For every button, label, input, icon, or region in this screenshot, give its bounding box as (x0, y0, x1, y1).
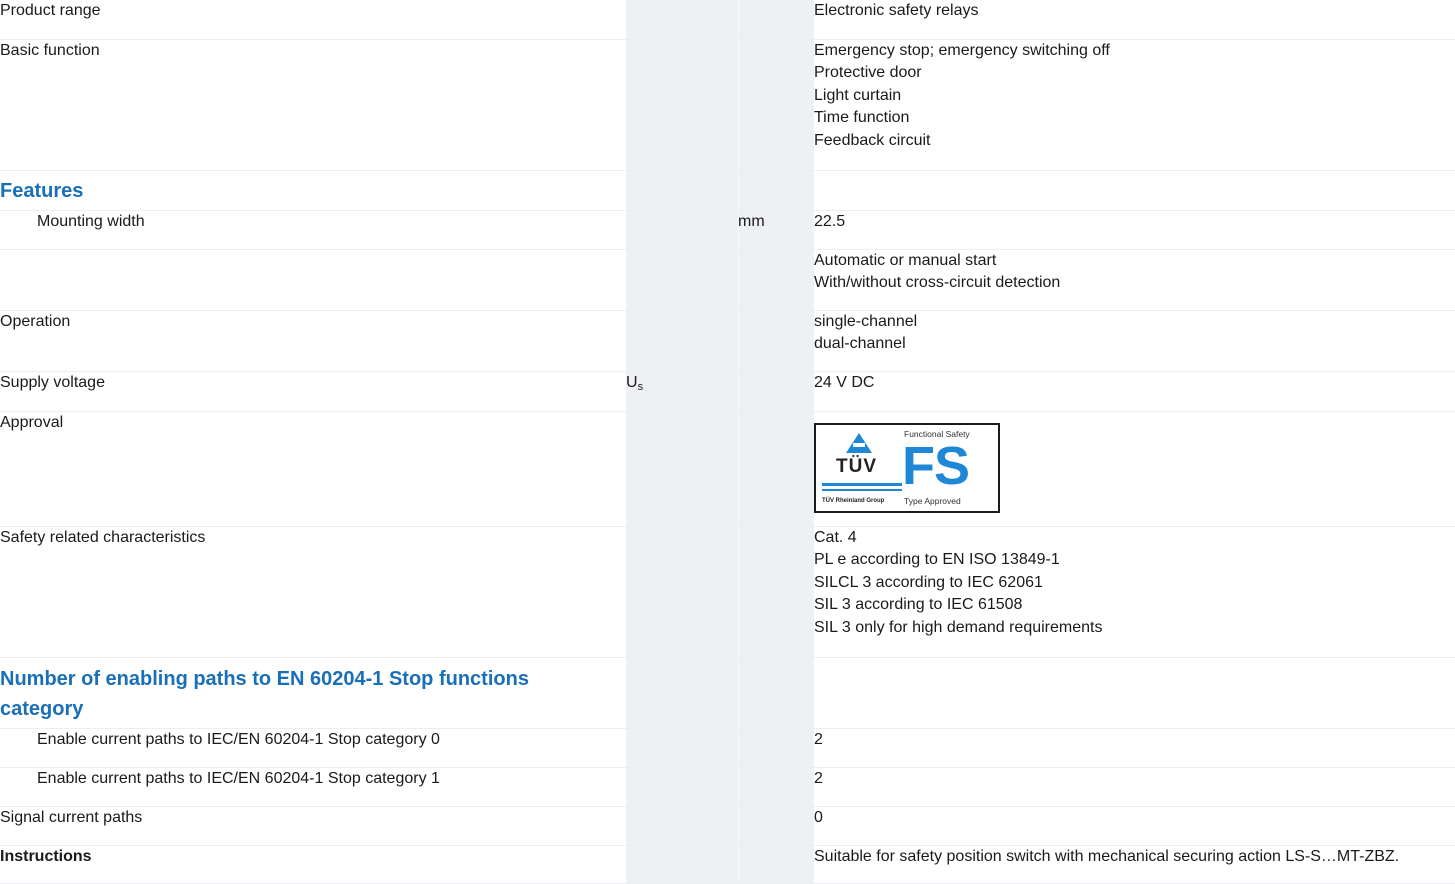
table-row: Signal current paths 0 (0, 806, 1455, 846)
fs-mark: FS (902, 435, 970, 496)
value-line: SIL 3 according to IEC 61508 (814, 596, 1023, 613)
section-heading: Features (0, 179, 84, 202)
table-row: Mounting width mm 22.5 (0, 210, 1455, 250)
row-label: Enable current paths to IEC/EN 60204-1 S… (0, 728, 626, 768)
value-line: SILCL 3 according to IEC 62061 (814, 573, 1043, 591)
row-label: Supply voltage (0, 371, 626, 412)
value-line: Feedback circuit (814, 131, 931, 149)
row-value: Electronic safety relays (814, 0, 1455, 40)
value-line: Emergency stop; emergency switching off (814, 41, 1110, 59)
row-value-list: Automatic or manual start With/without c… (814, 249, 1455, 311)
table-row: Instructions Suitable for safety positio… (0, 845, 1455, 884)
tuv-rheinland-functional-safety-logo: TÜV TÜV Rheinland Group Functional Safet… (814, 422, 1000, 513)
tuv-group-text: TÜV Rheinland Group (822, 497, 885, 504)
row-label: Enable current paths to IEC/EN 60204-1 S… (0, 767, 626, 807)
row-value: 24 V DC (814, 371, 1455, 412)
table-row: Safety related characteristics Cat. 4 PL… (0, 526, 1455, 658)
value-line: Automatic or manual start (814, 251, 997, 269)
row-label: Operation (0, 310, 626, 372)
tuv-brand-text: TÜV (836, 455, 877, 477)
row-symbol: Us (626, 371, 738, 412)
row-value-list: Emergency stop; emergency switching off … (814, 39, 1455, 171)
table-row: Automatic or manual start With/without c… (0, 249, 1455, 311)
table-row: Supply voltage Us 24 V DC (0, 371, 1455, 412)
row-label: Approval (0, 411, 626, 527)
row-label: Mounting width (0, 210, 626, 250)
fs-bottom-text: Type Approved (904, 495, 961, 506)
row-value: 0 (814, 806, 1455, 846)
row-label: Basic function (0, 39, 626, 171)
value-line: dual-channel (814, 335, 906, 352)
value-line: single-channel (814, 312, 918, 330)
value-line: Time function (814, 109, 910, 126)
row-value-list: single-channel dual-channel (814, 310, 1455, 372)
row-label: Product range (0, 0, 626, 40)
row-label: Instructions (0, 845, 626, 884)
value-line: With/without cross-circuit detection (814, 274, 1061, 291)
row-value: 2 (814, 767, 1455, 807)
table-row: Basic function Emergency stop; emergency… (0, 39, 1455, 171)
row-label: Safety related characteristics (0, 526, 626, 658)
value-line: SIL 3 only for high demand requirements (814, 618, 1103, 636)
section-heading-row: Number of enabling paths to EN 60204-1 S… (0, 657, 1455, 729)
value-line: Protective door (814, 64, 922, 81)
row-value: 2 (814, 728, 1455, 768)
row-value: 22.5 (814, 210, 1455, 250)
section-heading: Number of enabling paths to EN 60204-1 S… (0, 667, 529, 690)
section-heading-row: Features (0, 170, 1455, 211)
table-row: Enable current paths to IEC/EN 60204-1 S… (0, 728, 1455, 768)
section-heading-cont: category (0, 697, 84, 720)
value-line: PL e according to EN ISO 13849-1 (814, 551, 1060, 568)
row-unit: mm (738, 210, 814, 250)
table-row: Enable current paths to IEC/EN 60204-1 S… (0, 767, 1455, 807)
spec-sheet: Product range Electronic safety relays B… (0, 0, 1455, 884)
table-row: Product range Electronic safety relays (0, 0, 1455, 40)
table-row: Operation single-channel dual-channel (0, 310, 1455, 372)
row-label: Signal current paths (0, 806, 626, 846)
value-line: Light curtain (814, 86, 902, 104)
table-row: Approval TÜV TÜV Rheinland Group Functio… (0, 411, 1455, 527)
row-value: Suitable for safety position switch with… (814, 845, 1455, 884)
value-line: Cat. 4 (814, 528, 857, 546)
spec-table: Product range Electronic safety relays B… (0, 0, 1455, 884)
row-value-list: Cat. 4 PL e according to EN ISO 13849-1 … (814, 526, 1455, 658)
